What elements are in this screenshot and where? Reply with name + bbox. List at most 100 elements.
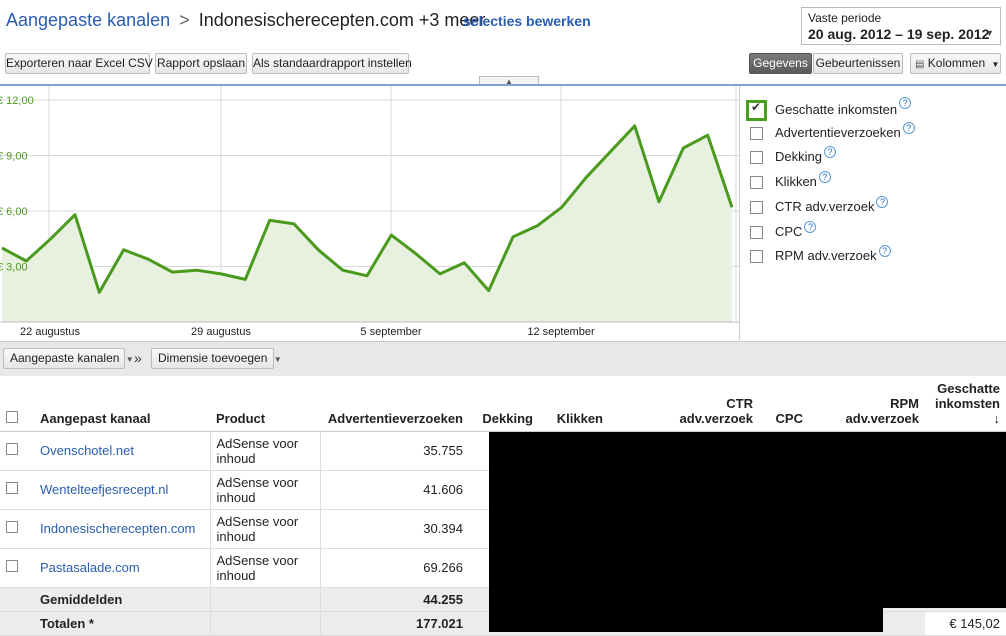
tab-data[interactable]: Gegevens [749,53,812,74]
metric-checkbox[interactable] [750,176,763,190]
help-icon[interactable]: ? [876,195,889,208]
edit-selection-link[interactable]: selecties bewerken [463,13,591,29]
metric-checkbox[interactable] [750,200,763,214]
col-header-rpm-line2: adv.verzoek [845,410,919,426]
col-header-requests[interactable]: Advertentieverzoeken [320,376,469,432]
chevron-down-icon: ▼ [985,28,994,38]
col-header-channel[interactable]: Aangepast kanaal [34,376,210,432]
y-tick-label: € 9,00 [0,151,28,163]
channel-cell: Wentelteefjesrecept.nl [34,470,210,510]
custom-channels-dropdown-label: Aangepaste kanalen [10,351,120,365]
totals-label: Totalen * [34,611,210,636]
metric-option[interactable]: CPC? [750,220,817,244]
help-icon[interactable]: ? [902,121,915,134]
channel-link[interactable]: Pastasalade.com [40,560,140,575]
date-range-value: 20 aug. 2012 – 19 sep. 2012 [808,26,990,42]
averages-product-cell [209,587,320,612]
channel-link[interactable]: Indonesischerecepten.com [40,521,195,536]
metric-option[interactable]: Klikken? [750,171,831,194]
breadcrumb-custom-channels-link[interactable]: Aangepaste kanalen [6,10,170,30]
custom-channels-dropdown[interactable]: Aangepaste kanalen ▼ [3,348,134,369]
metric-checkbox[interactable] [750,250,763,264]
metric-option[interactable]: CTR adv.verzoek? [750,195,889,219]
channel-link[interactable]: Ovenschotel.net [40,443,134,458]
requests-cell: 69.266 [319,548,469,588]
metric-label: Advertentieverzoeken [775,124,901,140]
set-default-report-button[interactable]: Als standaardrapport instellen [252,53,412,74]
date-range-selector[interactable]: Vaste periode 20 aug. 2012 – 19 sep. 201… [801,7,1001,45]
metric-checkbox[interactable] [750,225,763,239]
help-icon[interactable]: ? [878,245,891,258]
requests-cell: 30.394 [319,509,469,549]
breadcrumb-separator: > [179,10,190,30]
metric-label: CPC [775,223,803,239]
redacted-block [489,432,1006,608]
help-icon[interactable]: ? [818,171,831,184]
add-dimension-label: Dimensie toevoegen [158,351,268,365]
dimension-bar: Aangepaste kanalen ▼ » Dimensie toevoege… [0,341,1006,376]
save-report-button[interactable]: Rapport opslaan [155,53,247,74]
col-header-earnings-line1: Geschatte [937,380,1000,396]
columns-button[interactable]: ▤ Kolommen ▼ [910,53,1001,74]
col-header-ctr[interactable]: CTR adv.verzoek [609,376,759,432]
x-tick-label: 29 augustus [191,326,251,338]
metric-label: CTR adv.verzoek [775,198,875,214]
chevron-down-icon: ▼ [273,355,282,364]
col-header-cpc[interactable]: CPC [759,376,809,432]
metric-checkbox[interactable] [750,126,763,140]
breadcrumb-current: Indonesischerecepten.com +3 meer [198,10,486,30]
col-header-clicks[interactable]: Klikken [539,376,609,432]
x-tick-label: 22 augustus [20,326,80,338]
col-header-rpm[interactable]: RPM adv.verzoek [809,376,925,432]
col-header-product[interactable]: Product [210,376,320,432]
col-header-ctr-line2: adv.verzoek [679,410,753,426]
channel-link[interactable]: Wentelteefjesrecept.nl [40,482,168,497]
metric-checkbox[interactable] [750,151,763,165]
metric-label: Geschatte inkomsten [775,101,898,117]
totals-requests: 177.021 [319,611,469,636]
row-checkbox[interactable] [6,443,18,455]
metric-option[interactable]: Advertentieverzoeken? [750,121,915,145]
row-checkbox-cell [0,509,34,549]
metric-label: RPM adv.verzoek [775,248,877,264]
row-checkbox[interactable] [6,521,18,533]
col-header-coverage[interactable]: Dekking [469,376,539,432]
metric-option[interactable]: Dekking? [750,146,836,169]
channel-cell: Pastasalade.com [34,548,210,588]
y-tick-label: € 3,00 [0,262,28,274]
row-checkbox-cell [0,548,34,588]
metric-checkbox[interactable] [746,100,767,121]
row-checkbox[interactable] [6,482,18,494]
col-header-earnings[interactable]: Geschatte inkomsten ↓ [925,376,1006,432]
chevron-down-icon: ▼ [991,60,1000,69]
y-tick-label: € 6,00 [0,206,28,218]
col-header-ctr-line1: CTR [726,395,753,411]
add-dimension-dropdown[interactable]: Dimensie toevoegen ▼ [151,348,282,369]
report-header: Aangepaste kanalen > Indonesischerecepte… [0,0,1006,48]
y-tick-label: € 12,00 [0,95,34,107]
help-icon[interactable]: ? [823,146,836,159]
help-icon[interactable]: ? [804,220,817,233]
columns-icon: ▤ [915,59,925,70]
columns-label: Kolommen [927,56,986,70]
dimension-arrow: » [134,350,142,366]
averages-label: Gemiddelden [34,587,210,612]
requests-cell: 35.755 [319,431,469,471]
tab-events[interactable]: Gebeurtenissen [813,53,903,74]
select-all-checkbox[interactable] [6,410,18,423]
channel-cell: Ovenschotel.net [34,431,210,471]
metric-option[interactable]: RPM adv.verzoek? [750,245,891,268]
totals-product-cell [209,611,320,636]
help-icon[interactable]: ? [899,97,912,109]
sort-desc-icon: ↓ [993,410,1001,426]
report-toolbar: Exporteren naar Excel CSV Rapport opslaa… [0,53,1006,75]
export-csv-button[interactable]: Exporteren naar Excel CSV [5,53,153,74]
row-checkbox[interactable] [6,560,18,572]
totals-earnings: € 145,02 [925,611,1006,636]
metric-selector: Geschatte inkomsten?Advertentieverzoeken… [739,86,1006,340]
metric-option[interactable]: Geschatte inkomsten? [746,97,912,121]
table-header-row: Aangepast kanaal Product Advertentieverz… [0,376,1006,432]
col-header-rpm-line1: RPM [890,395,919,411]
metric-label: Klikken [775,174,817,190]
averages-requests: 44.255 [319,587,469,612]
